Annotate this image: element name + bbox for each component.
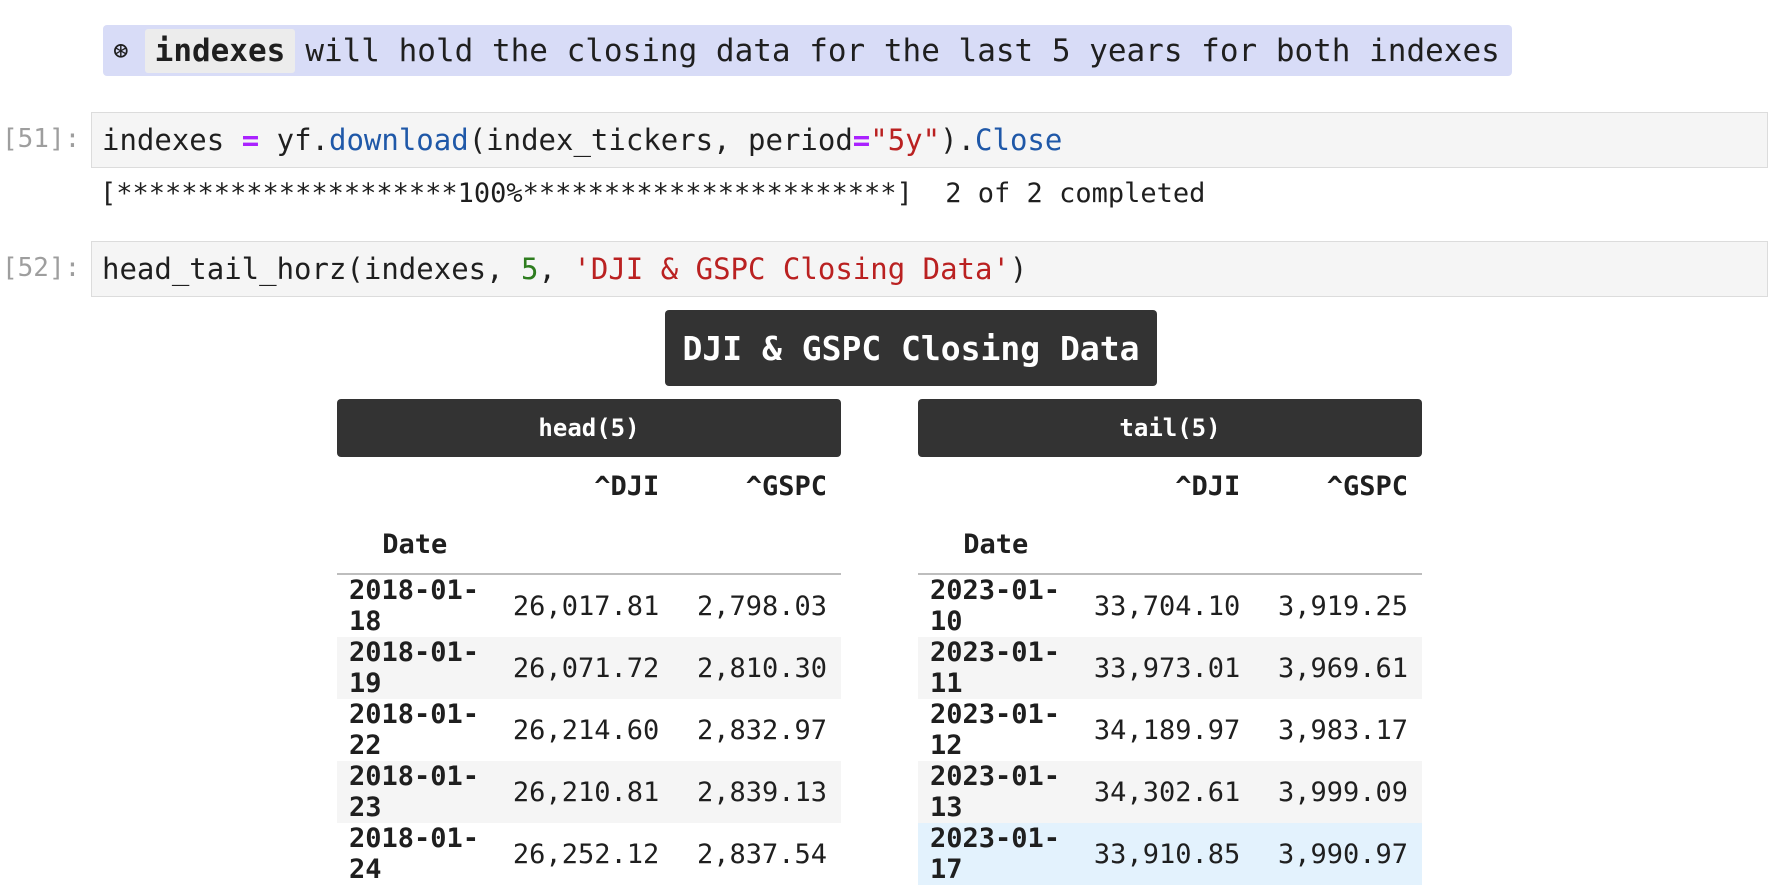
column-header: ^DJI bbox=[594, 470, 660, 502]
code-token: head_tail_horz(indexes, bbox=[102, 252, 522, 286]
code-token: 'DJI & GSPC Closing Data' bbox=[573, 252, 1010, 286]
bullet-icon: ⊛ bbox=[113, 35, 129, 66]
dji-value: 26,071.72 bbox=[492, 637, 674, 699]
gspc-value: 2,798.03 bbox=[696, 590, 827, 622]
table-row: 2023-01-10 33,704.10 3,919.25 bbox=[918, 574, 1422, 637]
code-token: ) bbox=[1009, 252, 1028, 286]
cell-prompt-51: [51]: bbox=[2, 124, 81, 154]
code-cell-head-tail[interactable]: head_tail_horz(indexes, 5, 'DJI & GSPC C… bbox=[91, 241, 1768, 297]
panel-title: head(5) bbox=[337, 399, 841, 457]
index-name: Date bbox=[337, 515, 493, 575]
table-row: 2018-01-18 26,017.81 2,798.03 bbox=[337, 574, 841, 637]
dji-value: 33,910.85 bbox=[1073, 823, 1255, 885]
header-blank bbox=[673, 515, 841, 575]
dji-value: 26,017.81 bbox=[512, 590, 660, 622]
dji-value: 26,252.12 bbox=[512, 838, 660, 870]
date-cell: 2023-01-11 bbox=[918, 637, 1074, 699]
date-cell: 2018-01-24 bbox=[349, 823, 480, 885]
code-token: 5 bbox=[521, 252, 539, 286]
date-cell: 2018-01-22 bbox=[349, 699, 480, 761]
dji-value: 26,210.81 bbox=[492, 761, 674, 823]
table-row: 2023-01-11 33,973.01 3,969.61 bbox=[918, 637, 1422, 699]
code-token: "5y" bbox=[870, 123, 941, 157]
date-cell: 2023-01-17 bbox=[918, 823, 1074, 885]
tail-panel: tail(5) ^DJI ^GSPC Date 2023-01-10 33,704.10 3… bbox=[918, 399, 1422, 885]
dji-value: 33,704.10 bbox=[1093, 590, 1241, 622]
header-blank bbox=[1073, 515, 1255, 575]
code-token: , bbox=[538, 252, 574, 286]
code-token: indexes bbox=[102, 123, 242, 157]
code-token: download bbox=[329, 123, 469, 157]
table-row: 2018-01-19 26,071.72 2,810.30 bbox=[337, 637, 841, 699]
corner-cell bbox=[337, 457, 493, 515]
table-row: 2023-01-17 33,910.85 3,990.97 bbox=[918, 823, 1422, 885]
header-blank bbox=[492, 515, 674, 575]
gspc-value: 3,983.17 bbox=[1277, 714, 1408, 746]
table-row: 2023-01-12 34,189.97 3,983.17 bbox=[918, 699, 1422, 761]
dji-value: 33,973.01 bbox=[1073, 637, 1255, 699]
code-token: yf. bbox=[259, 123, 329, 157]
gspc-value: 2,837.54 bbox=[696, 838, 827, 870]
column-header: ^GSPC bbox=[1326, 470, 1408, 502]
header-blank bbox=[1254, 515, 1422, 575]
panel-title: tail(5) bbox=[918, 399, 1422, 457]
code-token: = bbox=[852, 123, 871, 157]
code-token: ). bbox=[940, 123, 976, 157]
cell-prompt-52: [52]: bbox=[2, 253, 81, 283]
inline-code: indexes bbox=[144, 28, 296, 73]
code-token: (index_tickers, period bbox=[468, 123, 853, 157]
column-header: ^DJI bbox=[1175, 470, 1241, 502]
date-cell: 2023-01-13 bbox=[918, 761, 1074, 823]
gspc-value: 2,839.13 bbox=[673, 761, 841, 823]
gspc-value: 3,999.09 bbox=[1254, 761, 1422, 823]
date-cell: 2023-01-12 bbox=[930, 699, 1061, 761]
gspc-value: 3,990.97 bbox=[1254, 823, 1422, 885]
head-panel: head(5) ^DJI ^GSPC Date 2018-01-18 26,017.81 2… bbox=[337, 399, 841, 885]
code-token: = bbox=[241, 123, 260, 157]
index-name-row: Date bbox=[918, 515, 1422, 575]
column-header-row: ^DJI ^GSPC bbox=[918, 457, 1422, 515]
table-row: 2018-01-22 26,214.60 2,832.97 bbox=[337, 699, 841, 761]
date-cell: 2018-01-19 bbox=[337, 637, 493, 699]
column-header-row: ^DJI ^GSPC bbox=[337, 457, 841, 515]
date-cell: 2018-01-18 bbox=[349, 575, 480, 637]
index-name-row: Date bbox=[337, 515, 841, 575]
gspc-value: 2,832.97 bbox=[696, 714, 827, 746]
output-title: DJI & GSPC Closing Data bbox=[665, 310, 1157, 386]
note-text: will hold the closing data for the last … bbox=[305, 32, 1500, 69]
column-header: ^GSPC bbox=[745, 470, 827, 502]
gspc-value: 2,810.30 bbox=[673, 637, 841, 699]
dataframe-table: ^DJI ^GSPC Date 2023-01-10 33,704.10 3,919.25… bbox=[918, 457, 1422, 885]
dji-value: 34,189.97 bbox=[1093, 714, 1241, 746]
table-row: 2018-01-23 26,210.81 2,839.13 bbox=[337, 761, 841, 823]
gspc-value: 3,969.61 bbox=[1254, 637, 1422, 699]
dataframe-table: ^DJI ^GSPC Date 2018-01-18 26,017.81 2,798.03… bbox=[337, 457, 841, 885]
date-cell: 2018-01-23 bbox=[337, 761, 493, 823]
code-cell-download[interactable]: indexes = yf. download (index_tickers, per… bbox=[91, 112, 1768, 168]
dji-value: 26,214.60 bbox=[512, 714, 660, 746]
table-row: 2018-01-24 26,252.12 2,837.54 bbox=[337, 823, 841, 885]
table-row: 2023-01-13 34,302.61 3,999.09 bbox=[918, 761, 1422, 823]
code-token: Close bbox=[975, 123, 1063, 157]
dji-value: 34,302.61 bbox=[1073, 761, 1255, 823]
index-name: Date bbox=[918, 515, 1074, 575]
date-cell: 2023-01-10 bbox=[930, 575, 1061, 637]
markdown-note: ⊛ indexes will hold the closing data for t… bbox=[103, 25, 1512, 76]
corner-cell bbox=[918, 457, 1074, 515]
download-progress-output: [*********************100%**************… bbox=[100, 178, 1206, 209]
gspc-value: 3,919.25 bbox=[1277, 590, 1408, 622]
